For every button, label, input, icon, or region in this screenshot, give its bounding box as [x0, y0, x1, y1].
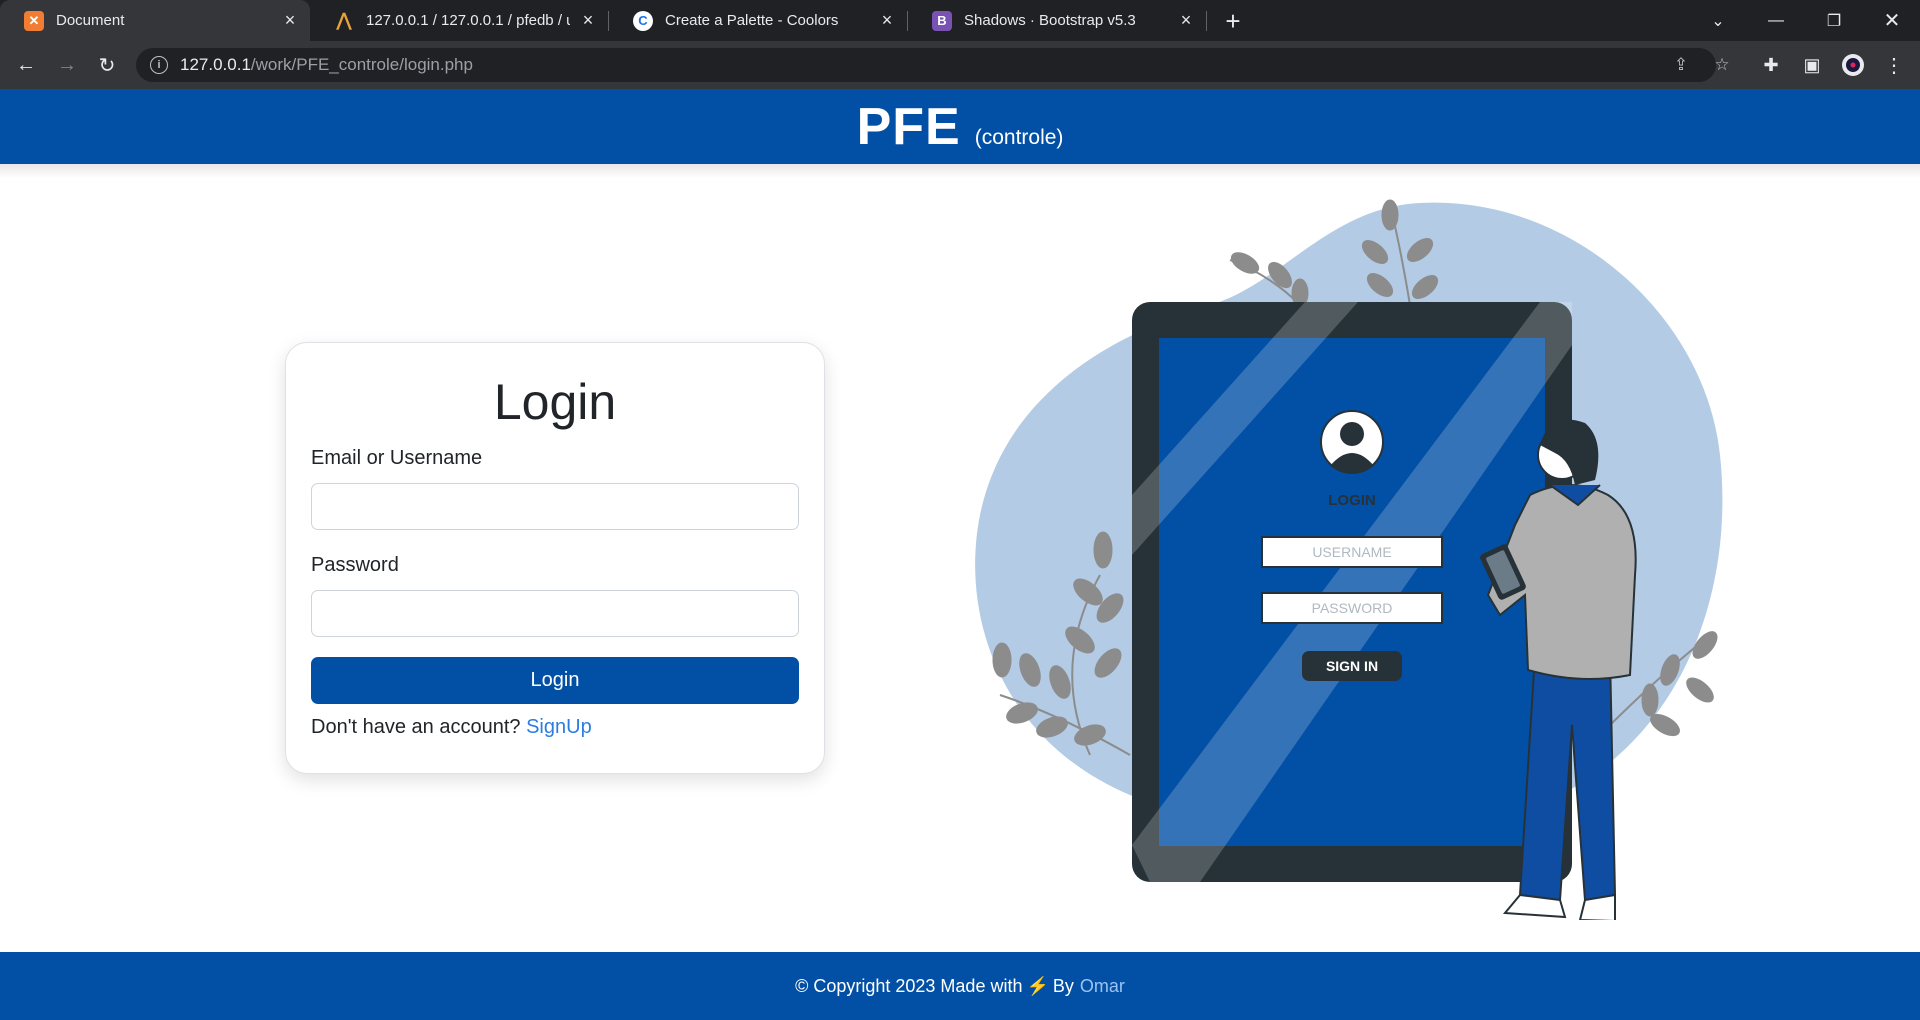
svg-text:SIGN IN: SIGN IN: [1326, 658, 1378, 674]
profile-avatar[interactable]: [1841, 53, 1865, 77]
email-label: Email or Username: [311, 447, 483, 469]
signup-prompt: Don't have an account?: [311, 716, 521, 738]
close-window-button[interactable]: ✕: [1864, 0, 1920, 41]
new-tab-button[interactable]: +: [1218, 6, 1248, 36]
xampp-icon: ✕: [24, 10, 44, 31]
phpmyadmin-icon: ⋀: [336, 10, 352, 30]
site-footer: © Copyright 2023 Made with ⚡ By Omar: [0, 952, 1920, 1020]
share-icon[interactable]: ⇪: [1672, 55, 1690, 74]
footer-author-link[interactable]: Omar: [1080, 976, 1125, 997]
login-illustration: LOGIN USERNAME PASSWORD SIGN IN: [960, 195, 1740, 923]
coolors-icon: C: [633, 10, 653, 31]
tab-search-icon[interactable]: ⌄: [1690, 0, 1746, 41]
svg-text:PASSWORD: PASSWORD: [1312, 600, 1393, 616]
password-label: Password: [311, 554, 399, 576]
tab-title: Shadows · Bootstrap v5.3: [964, 12, 1136, 29]
brand-title: PFE: [856, 97, 961, 156]
close-icon[interactable]: ×: [280, 10, 300, 31]
login-button[interactable]: Login: [311, 657, 799, 704]
header-shadow: [0, 164, 1920, 178]
screen-login-label: LOGIN: [1328, 492, 1376, 509]
tab-bootstrap[interactable]: B Shadows · Bootstrap v5.3 ×: [908, 0, 1206, 41]
forward-arrow-icon[interactable]: →: [51, 49, 83, 81]
reload-icon[interactable]: ↻: [91, 49, 123, 81]
site-info-icon[interactable]: i: [150, 56, 168, 74]
address-bar[interactable]: i 127.0.0.1/work/PFE_controle/login.php: [136, 48, 1716, 82]
tab-title: Create a Palette - Coolors: [665, 12, 839, 29]
close-icon[interactable]: ×: [1176, 10, 1196, 31]
close-icon[interactable]: ×: [578, 10, 598, 31]
restore-button[interactable]: ❐: [1806, 0, 1862, 41]
login-card: Login Email or Username Password Login D…: [285, 342, 825, 774]
browser-toolbar: ← → ↻ i 127.0.0.1/work/PFE_controle/logi…: [0, 41, 1920, 89]
svg-text:USERNAME: USERNAME: [1312, 544, 1391, 560]
bootstrap-icon: B: [932, 10, 952, 31]
login-title: Login: [493, 374, 617, 430]
tab-document[interactable]: ✕ Document ×: [0, 0, 310, 41]
tab-title: 127.0.0.1 / 127.0.0.1 / pfedb / use: [366, 12, 570, 29]
bookmark-star-icon[interactable]: ☆: [1713, 55, 1731, 74]
password-field[interactable]: [311, 590, 799, 637]
menu-kebab-icon[interactable]: ⋮: [1882, 53, 1906, 77]
back-arrow-icon[interactable]: ←: [10, 49, 42, 81]
browser-tab-strip: ✕ Document × ⋀ 127.0.0.1 / 127.0.0.1 / p…: [0, 0, 1920, 41]
minimize-button[interactable]: —: [1748, 0, 1804, 41]
side-panel-icon[interactable]: ▣: [1800, 53, 1824, 77]
tab-separator: [1206, 11, 1207, 31]
footer-by: By: [1052, 975, 1074, 996]
signup-link[interactable]: SignUp: [526, 716, 592, 738]
brand-subtitle: (controle): [974, 125, 1064, 149]
url-host: 127.0.0.1: [180, 55, 251, 74]
tab-title: Document: [56, 12, 125, 29]
signup-row: Don't have an account? SignUp: [311, 716, 592, 739]
email-field[interactable]: [311, 483, 799, 530]
footer-copyright: © Copyright 2023 Made with: [795, 975, 1023, 996]
site-header: PFE (controle): [0, 89, 1920, 164]
lightning-icon: ⚡: [1026, 975, 1049, 996]
tab-coolors[interactable]: C Create a Palette - Coolors ×: [609, 0, 907, 41]
url-path: /work/PFE_controle/login.php: [250, 55, 473, 74]
tab-phpmyadmin[interactable]: ⋀ 127.0.0.1 / 127.0.0.1 / pfedb / use ×: [310, 0, 608, 41]
extensions-puzzle-icon[interactable]: ✚: [1759, 53, 1783, 77]
close-icon[interactable]: ×: [877, 10, 897, 31]
illustration-graphic: LOGIN USERNAME PASSWORD SIGN IN: [975, 199, 1723, 923]
